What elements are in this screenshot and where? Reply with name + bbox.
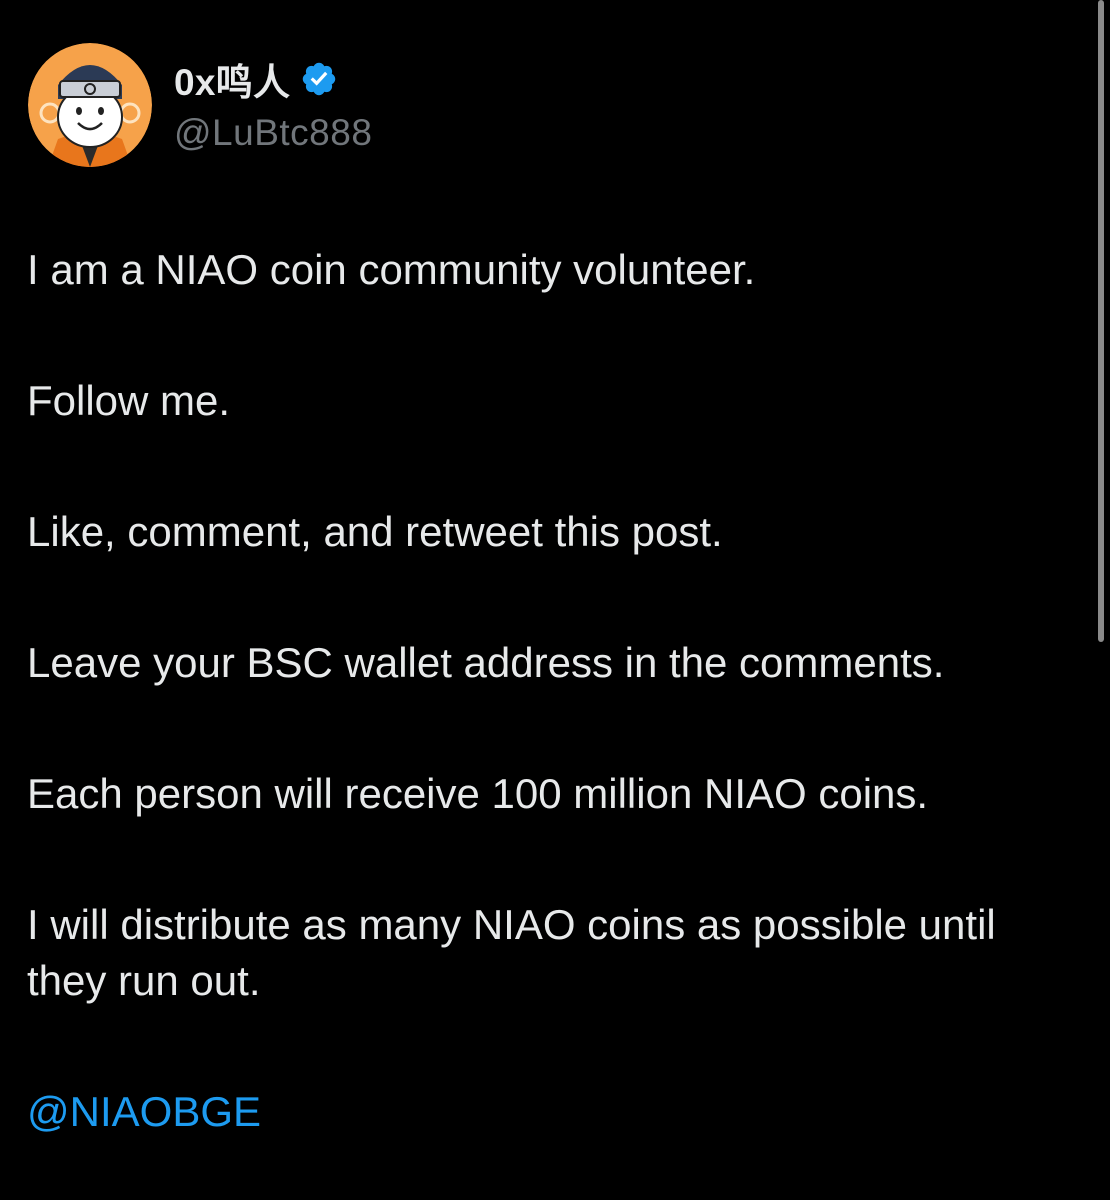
post-paragraph: Like, comment, and retweet this post. xyxy=(27,508,723,555)
tweet-text: I am a NIAO coin community volunteer. Fo… xyxy=(27,242,1087,1140)
tweet-header: 0x鸣人 @LuBtc888 xyxy=(28,42,372,168)
mention-link[interactable]: @NIAOBGE xyxy=(27,1084,1087,1140)
post-paragraph: Follow me. xyxy=(27,377,231,424)
verified-badge-icon xyxy=(303,62,336,96)
name-row: 0x鸣人 xyxy=(174,56,372,103)
author-info: 0x鸣人 @LuBtc888 xyxy=(174,56,372,154)
post-paragraph: Each person will receive 100 million NIA… xyxy=(27,770,929,817)
post-paragraph: I will distribute as many NIAO coins as … xyxy=(27,901,1008,1004)
post-paragraph: I am a NIAO coin community volunteer. xyxy=(27,246,756,293)
handle[interactable]: @LuBtc888 xyxy=(174,112,372,154)
scrollbar[interactable] xyxy=(1098,0,1104,642)
avatar[interactable] xyxy=(28,43,152,167)
post-paragraph: Leave your BSC wallet address in the com… xyxy=(27,639,945,686)
display-name[interactable]: 0x鸣人 xyxy=(174,52,290,106)
